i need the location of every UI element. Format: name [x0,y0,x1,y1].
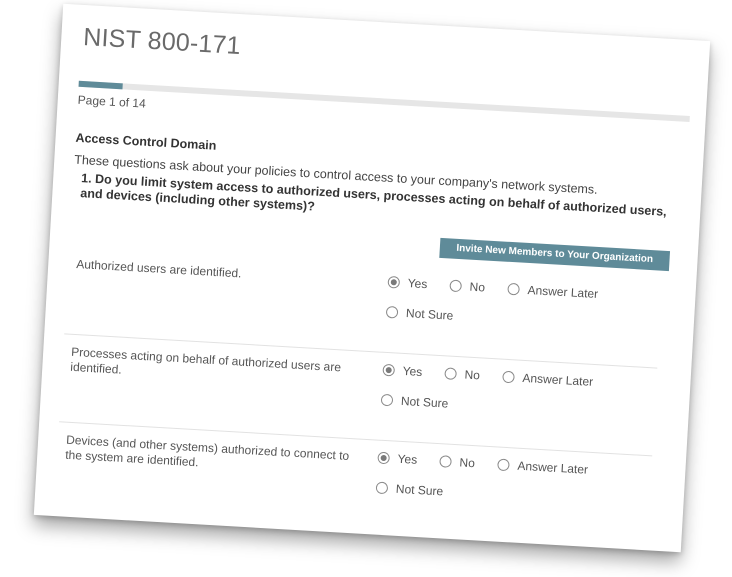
option-answer-later-label: Answer Later [527,282,599,302]
option-no[interactable]: No [449,278,486,295]
item-label: Devices (and other systems) authorized t… [64,432,350,470]
option-answer-later-label: Answer Later [517,458,589,477]
option-not-sure-label: Not Sure [400,393,449,411]
item-label: Authorized users are identified. [75,256,242,281]
section-heading: Access Control Domain [75,130,217,153]
option-not-sure[interactable]: Not Sure [375,481,444,499]
option-answer-later[interactable]: Answer Later [507,282,599,302]
questionnaire-card: NIST 800-171 Page 1 of 14 Access Control… [33,3,711,553]
option-answer-later-label: Answer Later [522,370,594,389]
radio-yes[interactable] [382,363,396,377]
radio-answer-later[interactable] [497,458,510,472]
option-no-label: No [469,279,486,295]
radio-no[interactable] [444,367,457,381]
progress-fill [78,80,123,90]
item-label: Processes acting on behalf of authorized… [69,344,342,377]
option-no-label: No [459,455,476,471]
invite-members-button[interactable]: Invite New Members to Your Organization [439,237,671,272]
option-not-sure-label: Not Sure [405,306,454,323]
option-not-sure-label: Not Sure [395,481,444,499]
option-answer-later[interactable]: Answer Later [497,458,588,477]
option-yes-label: Yes [397,451,418,467]
radio-answer-later[interactable] [507,282,520,296]
option-not-sure[interactable]: Not Sure [385,305,454,323]
radio-no[interactable] [439,455,452,468]
option-yes-label: Yes [407,276,428,292]
option-not-sure[interactable]: Not Sure [380,393,449,411]
progress-bar [78,80,690,123]
radio-not-sure[interactable] [375,481,389,495]
option-answer-later[interactable]: Answer Later [502,370,593,389]
option-no[interactable]: No [439,454,475,470]
option-yes-label: Yes [402,363,423,380]
screenshot-stage: NIST 800-171 Page 1 of 14 Access Control… [0,0,732,577]
option-no[interactable]: No [444,366,480,382]
option-yes[interactable]: Yes [387,275,428,292]
page-indicator: Page 1 of 14 [77,92,147,111]
page-title: NIST 800-171 [82,23,242,61]
radio-yes[interactable] [377,451,390,465]
radio-not-sure[interactable] [385,305,399,319]
option-yes[interactable]: Yes [377,451,418,467]
radio-yes[interactable] [387,275,401,289]
radio-answer-later[interactable] [502,370,515,384]
option-yes[interactable]: Yes [382,363,423,380]
radio-not-sure[interactable] [380,393,394,407]
option-no-label: No [464,367,481,383]
radio-no[interactable] [449,279,463,293]
